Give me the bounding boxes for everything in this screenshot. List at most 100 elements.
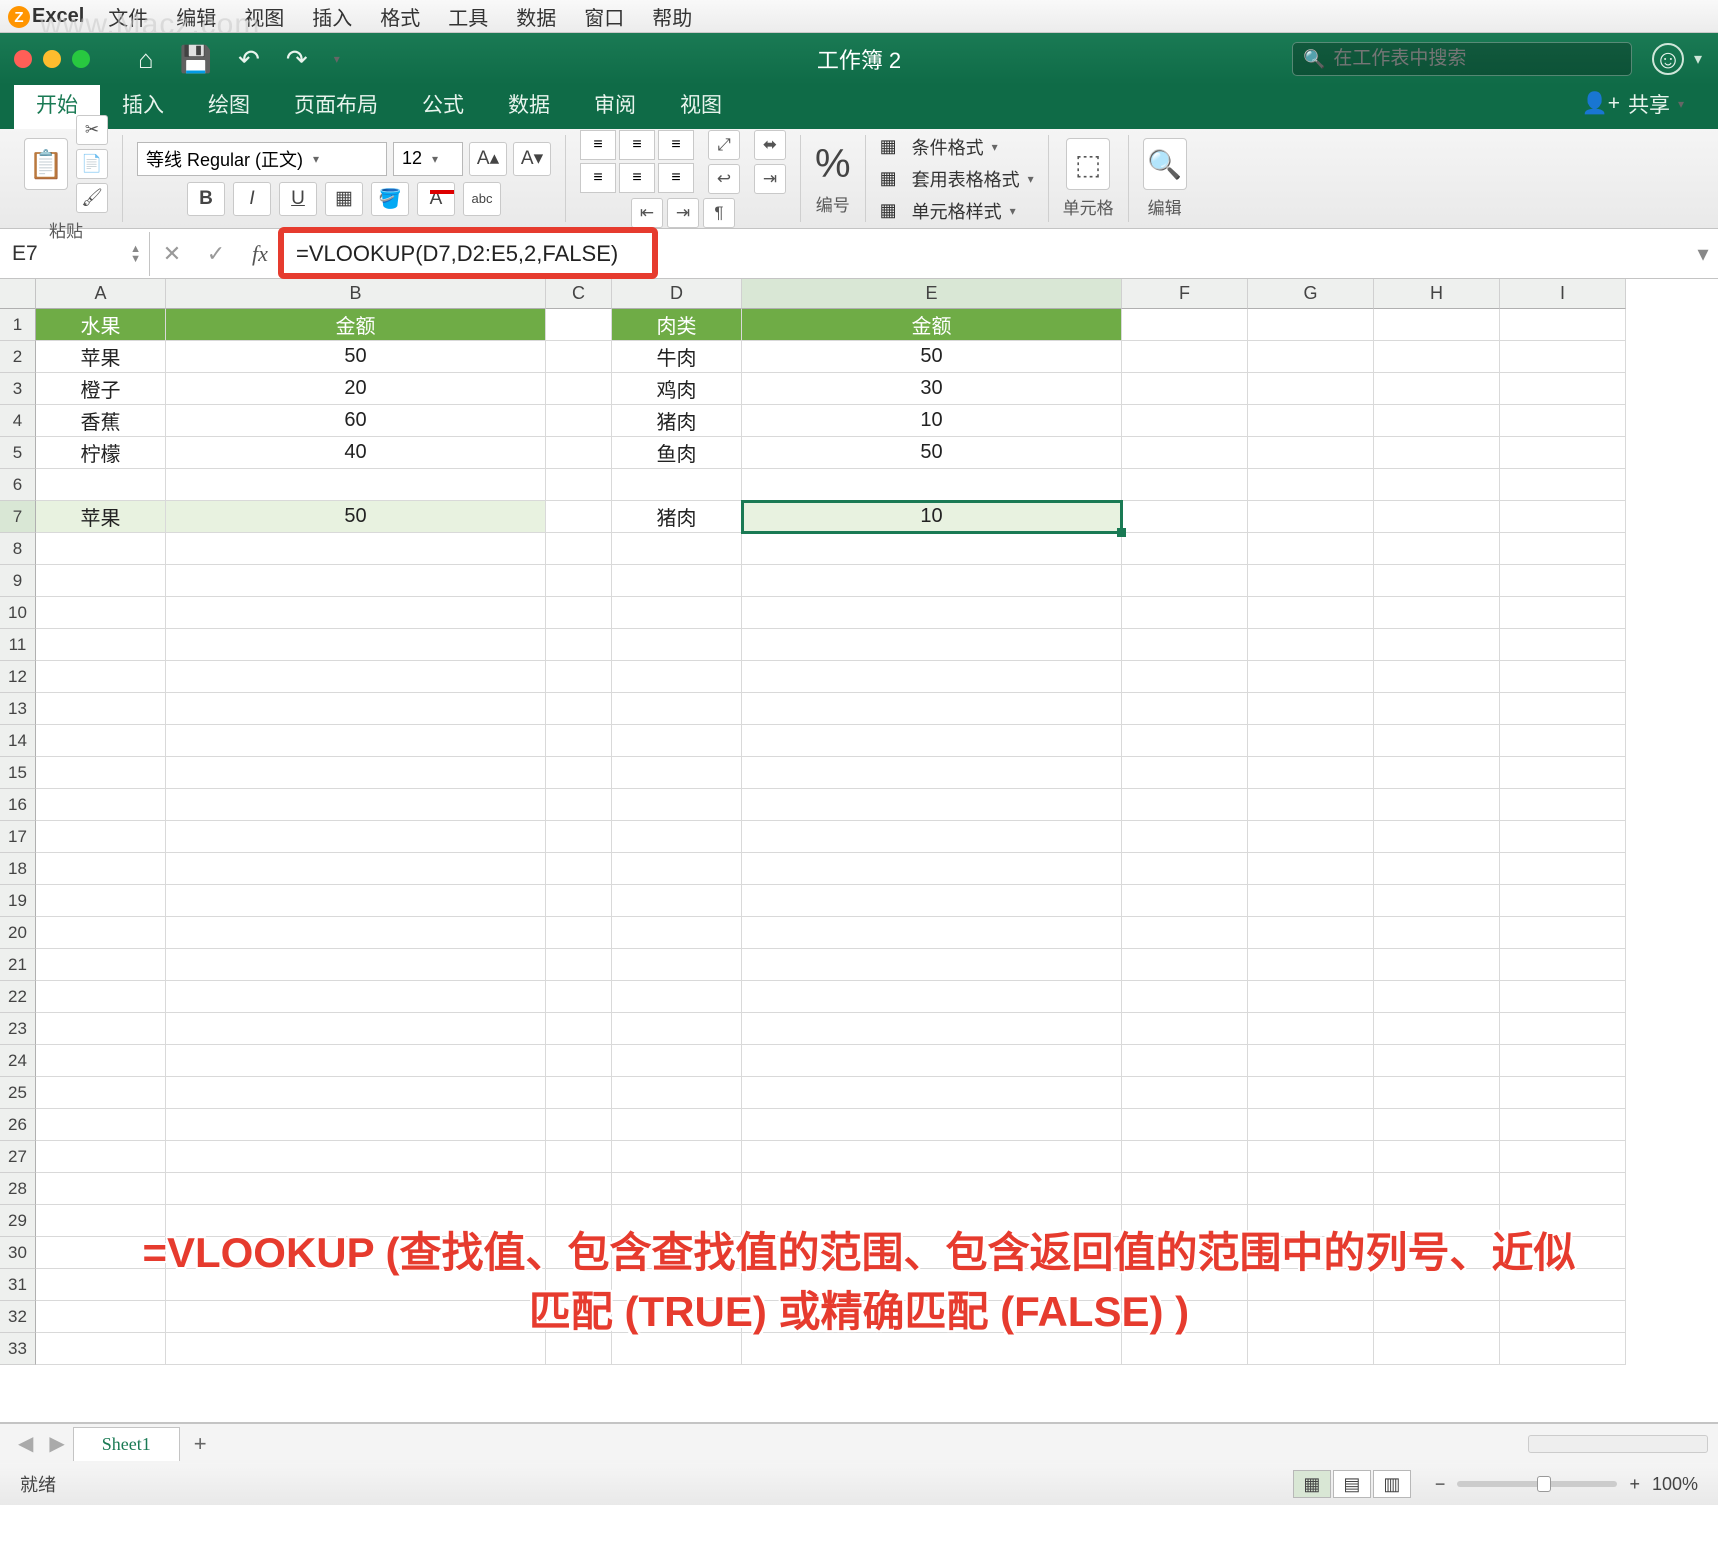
sheet-nav-next-icon[interactable]: ▶ xyxy=(41,1431,72,1456)
app-name[interactable]: Excel xyxy=(32,5,84,28)
cell-F13[interactable] xyxy=(1122,693,1248,725)
cell-F17[interactable] xyxy=(1122,821,1248,853)
zoom-slider[interactable] xyxy=(1457,1481,1617,1487)
cell-B27[interactable] xyxy=(166,1141,546,1173)
row-header-23[interactable]: 23 xyxy=(0,1013,36,1045)
cell-G30[interactable] xyxy=(1248,1237,1374,1269)
cell-D5[interactable]: 鱼肉 xyxy=(612,437,742,469)
cell-G22[interactable] xyxy=(1248,981,1374,1013)
cell-E31[interactable] xyxy=(742,1269,1122,1301)
cell-G2[interactable] xyxy=(1248,341,1374,373)
orientation-button[interactable]: ⤢ xyxy=(708,130,740,160)
cell-G11[interactable] xyxy=(1248,629,1374,661)
cell-E27[interactable] xyxy=(742,1141,1122,1173)
cell-B10[interactable] xyxy=(166,597,546,629)
column-header-B[interactable]: B xyxy=(166,279,546,309)
cell-E13[interactable] xyxy=(742,693,1122,725)
cell-H5[interactable] xyxy=(1374,437,1500,469)
cell-E10[interactable] xyxy=(742,597,1122,629)
cell-H32[interactable] xyxy=(1374,1301,1500,1333)
cell-F9[interactable] xyxy=(1122,565,1248,597)
cell-I26[interactable] xyxy=(1500,1109,1626,1141)
cell-I7[interactable] xyxy=(1500,501,1626,533)
cell-E14[interactable] xyxy=(742,725,1122,757)
cell-F2[interactable] xyxy=(1122,341,1248,373)
cell-H12[interactable] xyxy=(1374,661,1500,693)
cell-G31[interactable] xyxy=(1248,1269,1374,1301)
row-header-22[interactable]: 22 xyxy=(0,981,36,1013)
align-right-button[interactable]: ≡ xyxy=(658,163,694,193)
cell-G16[interactable] xyxy=(1248,789,1374,821)
sheet-tab[interactable]: Sheet1 xyxy=(73,1427,180,1461)
cell-I22[interactable] xyxy=(1500,981,1626,1013)
cell-C23[interactable] xyxy=(546,1013,612,1045)
cell-E1[interactable]: 金额 xyxy=(742,309,1122,341)
cell-A24[interactable] xyxy=(36,1045,166,1077)
cell-C29[interactable] xyxy=(546,1205,612,1237)
spreadsheet-grid[interactable]: ABCDEFGHI 123456789101112131415161718192… xyxy=(0,279,1718,1423)
cell-A30[interactable] xyxy=(36,1237,166,1269)
row-header-14[interactable]: 14 xyxy=(0,725,36,757)
cell-G7[interactable] xyxy=(1248,501,1374,533)
align-middle-button[interactable]: ≡ xyxy=(619,130,655,160)
row-header-8[interactable]: 8 xyxy=(0,533,36,565)
cell-C7[interactable] xyxy=(546,501,612,533)
cell-C9[interactable] xyxy=(546,565,612,597)
cell-E4[interactable]: 10 xyxy=(742,405,1122,437)
find-button[interactable]: 🔍 xyxy=(1143,138,1187,190)
cell-H9[interactable] xyxy=(1374,565,1500,597)
cell-H20[interactable] xyxy=(1374,917,1500,949)
cell-C13[interactable] xyxy=(546,693,612,725)
cell-E33[interactable] xyxy=(742,1333,1122,1365)
cell-I23[interactable] xyxy=(1500,1013,1626,1045)
cell-E19[interactable] xyxy=(742,885,1122,917)
cell-F24[interactable] xyxy=(1122,1045,1248,1077)
cell-H14[interactable] xyxy=(1374,725,1500,757)
cell-A22[interactable] xyxy=(36,981,166,1013)
fill-color-button[interactable]: 🪣 xyxy=(371,182,409,216)
cell-H28[interactable] xyxy=(1374,1173,1500,1205)
user-dropdown-icon[interactable]: ▾ xyxy=(1694,49,1702,69)
cell-F5[interactable] xyxy=(1122,437,1248,469)
cell-B26[interactable] xyxy=(166,1109,546,1141)
cell-H16[interactable] xyxy=(1374,789,1500,821)
cell-I15[interactable] xyxy=(1500,757,1626,789)
zoom-value[interactable]: 100% xyxy=(1652,1474,1698,1495)
cell-A8[interactable] xyxy=(36,533,166,565)
menu-window[interactable]: 窗口 xyxy=(584,2,624,31)
tab-draw[interactable]: 绘图 xyxy=(186,79,272,129)
align-left-button[interactable]: ≡ xyxy=(580,163,616,193)
cell-D11[interactable] xyxy=(612,629,742,661)
cell-D28[interactable] xyxy=(612,1173,742,1205)
row-header-3[interactable]: 3 xyxy=(0,373,36,405)
cell-G20[interactable] xyxy=(1248,917,1374,949)
cell-H26[interactable] xyxy=(1374,1109,1500,1141)
row-header-1[interactable]: 1 xyxy=(0,309,36,341)
column-header-E[interactable]: E xyxy=(742,279,1122,309)
cell-E11[interactable] xyxy=(742,629,1122,661)
cell-F20[interactable] xyxy=(1122,917,1248,949)
cell-F19[interactable] xyxy=(1122,885,1248,917)
cell-G3[interactable] xyxy=(1248,373,1374,405)
cell-D6[interactable] xyxy=(612,469,742,501)
cell-C10[interactable] xyxy=(546,597,612,629)
selection-handle[interactable] xyxy=(1117,528,1126,537)
cell-B14[interactable] xyxy=(166,725,546,757)
tab-insert[interactable]: 插入 xyxy=(100,79,186,129)
page-break-view-button[interactable]: ▥ xyxy=(1373,1470,1411,1498)
select-all-corner[interactable] xyxy=(0,279,36,309)
cell-F6[interactable] xyxy=(1122,469,1248,501)
cell-G17[interactable] xyxy=(1248,821,1374,853)
cell-F23[interactable] xyxy=(1122,1013,1248,1045)
cell-F26[interactable] xyxy=(1122,1109,1248,1141)
cell-A14[interactable] xyxy=(36,725,166,757)
align-bottom-button[interactable]: ≡ xyxy=(658,130,694,160)
cell-G29[interactable] xyxy=(1248,1205,1374,1237)
cell-D20[interactable] xyxy=(612,917,742,949)
tab-formulas[interactable]: 公式 xyxy=(400,79,486,129)
tab-review[interactable]: 审阅 xyxy=(572,79,658,129)
cell-I5[interactable] xyxy=(1500,437,1626,469)
save-icon[interactable]: 💾 xyxy=(180,44,212,75)
cell-C16[interactable] xyxy=(546,789,612,821)
name-box[interactable]: E7 ▲▼ xyxy=(0,232,150,276)
